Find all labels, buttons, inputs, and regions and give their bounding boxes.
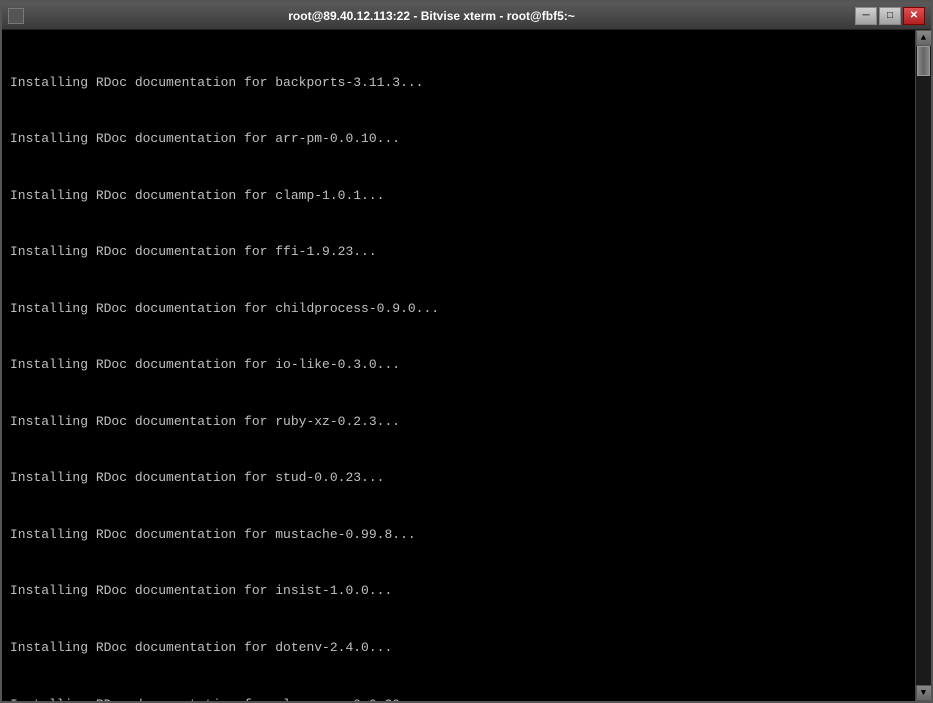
scrollbar-track[interactable]	[916, 46, 931, 685]
scrollbar-up-button[interactable]: ▲	[916, 30, 932, 46]
terminal-line: Installing RDoc documentation for please…	[10, 696, 909, 701]
terminal-line: Installing RDoc documentation for stud-0…	[10, 469, 909, 488]
titlebar: root@89.40.12.113:22 - Bitvise xterm - r…	[2, 2, 931, 30]
minimize-button[interactable]: ─	[855, 7, 877, 25]
terminal-line: Installing RDoc documentation for dotenv…	[10, 639, 909, 658]
terminal-line: Installing RDoc documentation for ruby-x…	[10, 413, 909, 432]
terminal-line: Installing RDoc documentation for backpo…	[10, 74, 909, 93]
scrollbar[interactable]: ▲ ▼	[915, 30, 931, 701]
terminal-line: Installing RDoc documentation for insist…	[10, 582, 909, 601]
terminal-line: Installing RDoc documentation for clamp-…	[10, 187, 909, 206]
terminal-line: Installing RDoc documentation for io-lik…	[10, 356, 909, 375]
terminal-container: Installing RDoc documentation for backpo…	[2, 30, 931, 701]
terminal-line: Installing RDoc documentation for ffi-1.…	[10, 243, 909, 262]
terminal-line: Installing RDoc documentation for arr-pm…	[10, 130, 909, 149]
terminal-output[interactable]: Installing RDoc documentation for backpo…	[2, 30, 915, 701]
terminal-line: Installing RDoc documentation for mustac…	[10, 526, 909, 545]
window-controls: ─ □ ✕	[855, 7, 925, 25]
terminal-line: Installing RDoc documentation for childp…	[10, 300, 909, 319]
terminal-window: root@89.40.12.113:22 - Bitvise xterm - r…	[0, 0, 933, 703]
maximize-button[interactable]: □	[879, 7, 901, 25]
scrollbar-thumb[interactable]	[917, 46, 930, 76]
scrollbar-down-button[interactable]: ▼	[916, 685, 932, 701]
close-button[interactable]: ✕	[903, 7, 925, 25]
window-title: root@89.40.12.113:22 - Bitvise xterm - r…	[68, 9, 855, 23]
